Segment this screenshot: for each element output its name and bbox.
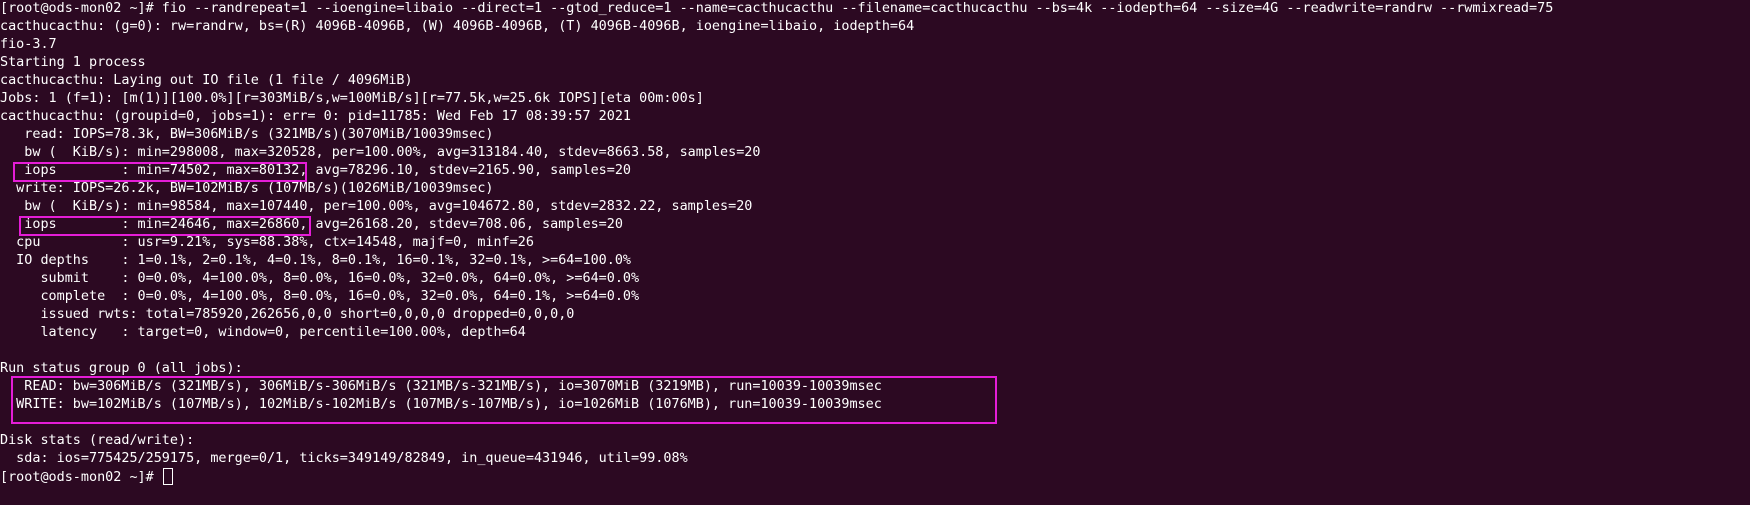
terminal-window[interactable]: [root@ods-mon02 ~]# fio --randrepeat=1 -…: [0, 0, 1750, 505]
terminal-line-read-iops: iops : min=74502, max=80132, avg=78296.1…: [0, 163, 632, 178]
terminal-line-cpu: cpu : usr=9.21%, sys=88.38%, ctx=14548, …: [0, 235, 534, 250]
terminal-line-write-iops: iops : min=24646, max=26860, avg=26168.2…: [0, 217, 623, 232]
terminal-line-layout: cacthucacthu: Laying out IO file (1 file…: [0, 73, 413, 88]
terminal-line-run-read: READ: bw=306MiB/s (321MB/s), 306MiB/s-30…: [0, 379, 882, 394]
terminal-cursor: [162, 468, 173, 485]
terminal-line-io-depths: IO depths : 1=0.1%, 2=0.1%, 4=0.1%, 8=0.…: [0, 253, 632, 268]
terminal-line-run-write: WRITE: bw=102MiB/s (107MB/s), 102MiB/s-1…: [0, 397, 882, 412]
terminal-line-latency: latency : target=0, window=0, percentile…: [0, 325, 526, 340]
terminal-line-write: write: IOPS=26.2k, BW=102MiB/s (107MB/s)…: [0, 181, 494, 196]
terminal-line-disk-stats: Disk stats (read/write):: [0, 433, 195, 448]
terminal-prompt-line[interactable]: [root@ods-mon02 ~]#: [0, 468, 1750, 486]
terminal-line-submit: submit : 0=0.0%, 4=100.0%, 8=0.0%, 16=0.…: [0, 271, 640, 286]
terminal-line-complete: complete : 0=0.0%, 4=100.0%, 8=0.0%, 16=…: [0, 289, 640, 304]
terminal-prompt: [root@ods-mon02 ~]#: [0, 470, 162, 485]
terminal-line-version: fio-3.7: [0, 37, 57, 52]
terminal-line-write-bw: bw ( KiB/s): min=98584, max=107440, per=…: [0, 199, 753, 214]
terminal-line-jobs: Jobs: 1 (f=1): [m(1)][100.0%][r=303MiB/s…: [0, 91, 704, 106]
terminal-line-read-bw: bw ( KiB/s): min=298008, max=320528, per…: [0, 145, 761, 160]
terminal-line-starting: Starting 1 process: [0, 55, 146, 70]
terminal-line-group: cacthucacthu: (groupid=0, jobs=1): err= …: [0, 109, 632, 124]
terminal-line-issued: issued rwts: total=785920,262656,0,0 sho…: [0, 307, 575, 322]
terminal-line-command: [root@ods-mon02 ~]# fio --randrepeat=1 -…: [0, 1, 1554, 16]
terminal-line-run-status: Run status group 0 (all jobs):: [0, 361, 243, 376]
terminal-line-read: read: IOPS=78.3k, BW=306MiB/s (321MB/s)(…: [0, 127, 494, 142]
terminal-line-job-config: cacthucacthu: (g=0): rw=randrw, bs=(R) 4…: [0, 19, 915, 34]
terminal-line-sda: sda: ios=775425/259175, merge=0/1, ticks…: [0, 451, 688, 466]
